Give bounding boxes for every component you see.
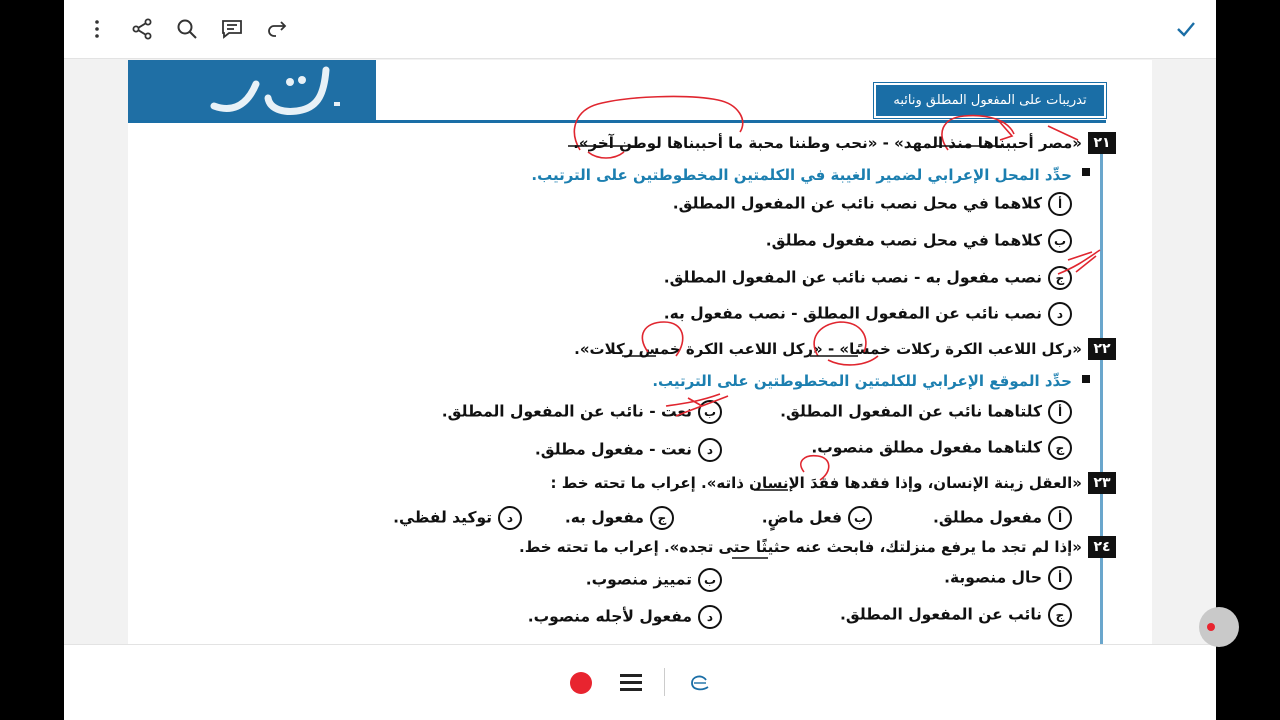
option-item: ج نائب عن المفعول المطلق. xyxy=(840,603,1072,627)
option-letter: ب xyxy=(698,568,722,592)
section-title-chip: تدريبات على المفعول المطلق ونائبه xyxy=(874,83,1106,118)
margin-line xyxy=(1100,138,1103,644)
option-text: كلاهما في محل نصب مفعول مطلق. xyxy=(765,231,1042,250)
question-text: «مصر أحببناها منذ المهد» - «نحب وطننا مح… xyxy=(573,134,1082,152)
document-page[interactable]: تدريبات على المفعول المطلق ونائبه ٢١ «مص… xyxy=(128,60,1152,644)
question-instruction: حدِّد المحل الإعرابي لضمير الغيبة في الك… xyxy=(531,166,1072,184)
question-text: «العقل زينة الإنسان، وإذا فقدها فقدَ الإ… xyxy=(550,474,1083,492)
option-text: فعل ماضٍ. xyxy=(761,508,842,527)
pdf-annotator-app: تدريبات على المفعول المطلق ونائبه ٢١ «مص… xyxy=(64,0,1216,720)
hamburger-menu-icon[interactable] xyxy=(620,674,642,692)
option-item: ب كلاهما في محل نصب مفعول مطلق. xyxy=(766,229,1072,253)
redo-icon[interactable] xyxy=(262,14,292,44)
question-number: ٢١ xyxy=(1088,132,1116,154)
book-banner xyxy=(128,60,376,123)
question-number: ٢٢ xyxy=(1088,338,1116,360)
option-text: كلتاهما مفعول مطلق منصوب. xyxy=(811,438,1042,457)
option-item: أ حال منصوبة. xyxy=(944,566,1072,590)
header-rule xyxy=(128,120,1106,123)
toolbar-divider xyxy=(664,668,665,696)
option-item: د توكيد لفظي. xyxy=(393,506,522,530)
option-text: نائب عن المفعول المطلق. xyxy=(840,605,1042,624)
option-letter: ب xyxy=(1048,229,1072,253)
top-toolbar xyxy=(64,0,1216,59)
pen-color-red-button[interactable] xyxy=(570,672,592,694)
option-item: أ كلتاهما نائب عن المفعول المطلق. xyxy=(780,400,1072,424)
record-dot-icon xyxy=(1207,623,1215,631)
option-text: مفعول مطلق. xyxy=(933,508,1042,527)
option-letter: أ xyxy=(1048,400,1072,424)
option-text: نصب نائب عن المفعول المطلق - نصب مفعول ب… xyxy=(663,304,1042,323)
eraser-icon[interactable] xyxy=(686,672,712,694)
option-item: ب فعل ماضٍ. xyxy=(762,506,872,530)
option-item: د مفعول لأجله منصوب. xyxy=(528,605,722,629)
option-text: توكيد لفظي. xyxy=(393,508,492,527)
question-text: «إذا لم تجد ما يرفع منزلتك، فابحث عنه حث… xyxy=(519,538,1082,556)
bullet xyxy=(1082,168,1090,176)
option-letter: أ xyxy=(1048,566,1072,590)
option-item: ب نعت - نائب عن المفعول المطلق. xyxy=(442,400,722,424)
option-item: أ مفعول مطلق. xyxy=(933,506,1072,530)
option-letter: ج xyxy=(650,506,674,530)
option-letter: د xyxy=(698,438,722,462)
option-item: ج مفعول به. xyxy=(565,506,674,530)
option-letter: أ xyxy=(1048,506,1072,530)
floating-record-button[interactable] xyxy=(1199,607,1239,647)
option-text: نعت - مفعول مطلق. xyxy=(534,440,692,459)
option-letter: ب xyxy=(848,506,872,530)
option-text: مفعول به. xyxy=(564,508,644,527)
option-text: حال منصوبة. xyxy=(944,568,1042,587)
option-letter: ب xyxy=(698,400,722,424)
option-letter: أ xyxy=(1048,192,1072,216)
option-text: نعت - نائب عن المفعول المطلق. xyxy=(441,402,692,421)
question-number: ٢٣ xyxy=(1088,472,1116,494)
comment-icon[interactable] xyxy=(217,14,247,44)
option-item: أ كلاهما في محل نصب نائب عن المفعول المطل… xyxy=(673,192,1072,216)
option-text: نصب مفعول به - نصب نائب عن المفعول المطل… xyxy=(663,268,1042,287)
option-item: د نعت - مفعول مطلق. xyxy=(535,438,722,462)
option-item: د نصب نائب عن المفعول المطلق - نصب مفعول … xyxy=(664,302,1072,326)
question-number: ٢٤ xyxy=(1088,536,1116,558)
option-item: ب تمييز منصوب. xyxy=(586,568,722,592)
option-letter: د xyxy=(1048,302,1072,326)
check-icon[interactable] xyxy=(1171,14,1201,44)
option-text: تمييز منصوب. xyxy=(585,570,692,589)
more-vertical-icon[interactable] xyxy=(82,14,112,44)
option-text: مفعول لأجله منصوب. xyxy=(527,607,692,626)
search-icon[interactable] xyxy=(172,14,202,44)
option-letter: ج xyxy=(1048,436,1072,460)
share-icon[interactable] xyxy=(127,14,157,44)
bullet xyxy=(1082,375,1090,383)
option-item: ج نصب مفعول به - نصب نائب عن المفعول المط… xyxy=(664,266,1072,290)
option-text: كلتاهما نائب عن المفعول المطلق. xyxy=(780,402,1042,421)
option-item: ج كلتاهما مفعول مطلق منصوب. xyxy=(811,436,1072,460)
option-letter: ج xyxy=(1048,266,1072,290)
question-text: «ركل اللاعب الكرة ركلات خمسًا» - «ركل ال… xyxy=(574,340,1082,358)
option-letter: د xyxy=(698,605,722,629)
option-text: كلاهما في محل نصب نائب عن المفعول المطلق… xyxy=(672,194,1042,213)
option-letter: د xyxy=(498,506,522,530)
book-logo xyxy=(210,66,340,115)
question-instruction: حدِّد الموقع الإعرابي للكلمتين المخطوطتي… xyxy=(652,372,1072,390)
option-letter: ج xyxy=(1048,603,1072,627)
